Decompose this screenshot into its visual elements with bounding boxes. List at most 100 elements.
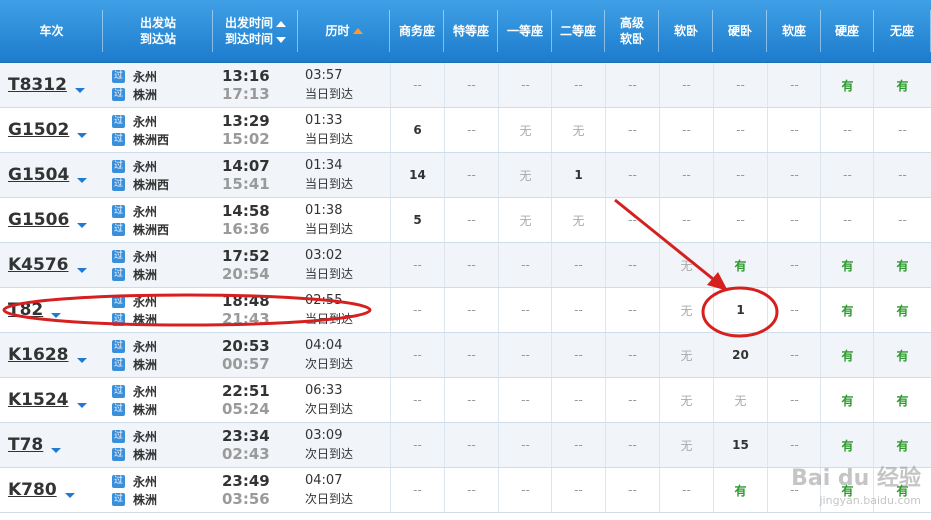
chevron-down-icon[interactable] [51, 447, 62, 453]
seat-cell[interactable]: 无 [498, 198, 552, 242]
seat-cell[interactable]: 1 [551, 153, 605, 197]
seat-cell[interactable]: 有 [713, 243, 767, 287]
train-link[interactable]: T8312 [8, 75, 67, 95]
route-tag: 过 [112, 132, 125, 146]
train-number[interactable]: K780 [8, 468, 104, 512]
sort-up-icon[interactable] [276, 21, 286, 27]
arrival-day: 当日到达 [305, 222, 354, 236]
table-row[interactable]: T78 过永州 过株洲 23:34 02:43 03:09 次日到达 -- -- -… [0, 423, 931, 468]
train-link[interactable]: G1504 [8, 165, 69, 185]
table-row[interactable]: G1504 过永州 过株洲西 14:07 15:41 01:34 当日到达 14… [0, 153, 931, 198]
seat-cell: -- [551, 288, 605, 332]
seat-cell[interactable]: 14 [390, 153, 444, 197]
seat-cell[interactable]: 有 [873, 423, 931, 467]
train-link[interactable]: K780 [8, 480, 57, 500]
table-row[interactable]: T82 过永州 过株洲 18:48 21:43 02:55 当日到达 -- -- -… [0, 288, 931, 333]
from-station: 永州 [133, 204, 158, 219]
table-row[interactable]: K1628 过永州 过株洲 20:53 00:57 04:04 次日到达 -- -… [0, 333, 931, 378]
header-duration[interactable]: 历时 [298, 0, 390, 62]
seat-cell: -- [605, 198, 659, 242]
train-number[interactable]: G1502 [8, 108, 104, 152]
header-seat-9: 无座 [873, 0, 931, 62]
train-link[interactable]: G1502 [8, 120, 69, 140]
chevron-down-icon[interactable] [77, 222, 88, 228]
train-link[interactable]: K4576 [8, 255, 69, 275]
sort-down-icon[interactable] [276, 37, 286, 43]
table-row[interactable]: K4576 过永州 过株洲 17:52 20:54 03:02 当日到达 -- -… [0, 243, 931, 288]
train-link[interactable]: T78 [8, 435, 43, 455]
route-tag: 过 [112, 294, 125, 308]
train-number[interactable]: K1628 [8, 333, 104, 377]
seat-cell[interactable]: 有 [820, 378, 874, 422]
times: 17:52 20:54 [222, 247, 302, 283]
train-number[interactable]: T8312 [8, 63, 104, 107]
seat-cell[interactable]: 有 [873, 243, 931, 287]
train-number[interactable]: T78 [8, 423, 104, 467]
table-row[interactable]: K1524 过永州 过株洲 22:51 05:24 06:33 次日到达 -- -… [0, 378, 931, 423]
chevron-down-icon[interactable] [51, 312, 62, 318]
chevron-down-icon[interactable] [76, 267, 87, 273]
seat-cell[interactable]: 有 [820, 243, 874, 287]
train-link[interactable]: T82 [8, 300, 43, 320]
seat-cell[interactable]: 有 [820, 63, 874, 107]
train-number[interactable]: K4576 [8, 243, 104, 287]
seat-cell: -- [713, 108, 767, 152]
duration: 01:34 当日到达 [305, 157, 390, 193]
seat-cell: -- [390, 243, 444, 287]
train-link[interactable]: G1506 [8, 210, 69, 230]
chevron-down-icon[interactable] [76, 357, 87, 363]
seat-cell[interactable]: 有 [820, 423, 874, 467]
departure-time: 22:51 [222, 382, 270, 400]
seat-cell[interactable]: 20 [713, 333, 767, 377]
seat-cell[interactable]: 无 [659, 423, 713, 467]
seat-cell[interactable]: 1 [713, 288, 767, 332]
arrival-time: 15:41 [222, 175, 270, 193]
table-row[interactable]: T8312 过永州 过株洲 13:16 17:13 03:57 当日到达 -- -… [0, 63, 931, 108]
seat-cell: -- [713, 63, 767, 107]
seat-cell: -- [605, 243, 659, 287]
seat-cell[interactable]: 无 [498, 153, 552, 197]
chevron-down-icon[interactable] [76, 402, 87, 408]
seat-cell[interactable]: 有 [820, 333, 874, 377]
chevron-down-icon[interactable] [64, 492, 75, 498]
chevron-down-icon[interactable] [74, 87, 85, 93]
arrival-day: 次日到达 [305, 447, 354, 461]
header-times[interactable]: 出发时间 到达时间 [213, 0, 298, 62]
seat-cell[interactable]: 无 [713, 378, 767, 422]
seat-cell[interactable]: 无 [551, 198, 605, 242]
train-number[interactable]: G1504 [8, 153, 104, 197]
stations: 过永州 过株洲 [112, 427, 212, 463]
seat-cell[interactable]: 无 [659, 378, 713, 422]
seat-cell[interactable]: 无 [659, 288, 713, 332]
train-number[interactable]: T82 [8, 288, 104, 332]
table-row[interactable]: G1502 过永州 过株洲西 13:29 15:02 01:33 当日到达 6-… [0, 108, 931, 153]
seat-cell[interactable]: 5 [390, 198, 444, 242]
sort-duration-icon[interactable] [352, 28, 363, 34]
arrival-time: 02:43 [222, 445, 270, 463]
seat-cell[interactable]: 有 [873, 333, 931, 377]
seat-cell[interactable]: 15 [713, 423, 767, 467]
seat-cell: -- [659, 198, 713, 242]
train-link[interactable]: K1524 [8, 390, 69, 410]
seat-cell: -- [444, 243, 498, 287]
seat-cell[interactable]: 无 [659, 333, 713, 377]
seat-cell: -- [605, 288, 659, 332]
chevron-down-icon[interactable] [77, 132, 88, 138]
seat-cell[interactable]: 有 [873, 288, 931, 332]
seat-cell[interactable]: 有 [873, 63, 931, 107]
train-number[interactable]: K1524 [8, 378, 104, 422]
train-number[interactable]: G1506 [8, 198, 104, 242]
chevron-down-icon[interactable] [77, 177, 88, 183]
seat-cell[interactable]: 有 [873, 378, 931, 422]
seat-cell[interactable]: 有 [820, 288, 874, 332]
seat-cell[interactable]: 有 [713, 468, 767, 512]
seat-cell: -- [659, 153, 713, 197]
seat-cell: -- [390, 468, 444, 512]
seat-cell[interactable]: 无 [659, 243, 713, 287]
train-link[interactable]: K1628 [8, 345, 69, 365]
seat-cell[interactable]: 6 [390, 108, 444, 152]
seat-cell: -- [767, 333, 821, 377]
seat-cell[interactable]: 无 [498, 108, 552, 152]
table-row[interactable]: G1506 过永州 过株洲西 14:58 16:36 01:38 当日到达 5-… [0, 198, 931, 243]
seat-cell[interactable]: 无 [551, 108, 605, 152]
